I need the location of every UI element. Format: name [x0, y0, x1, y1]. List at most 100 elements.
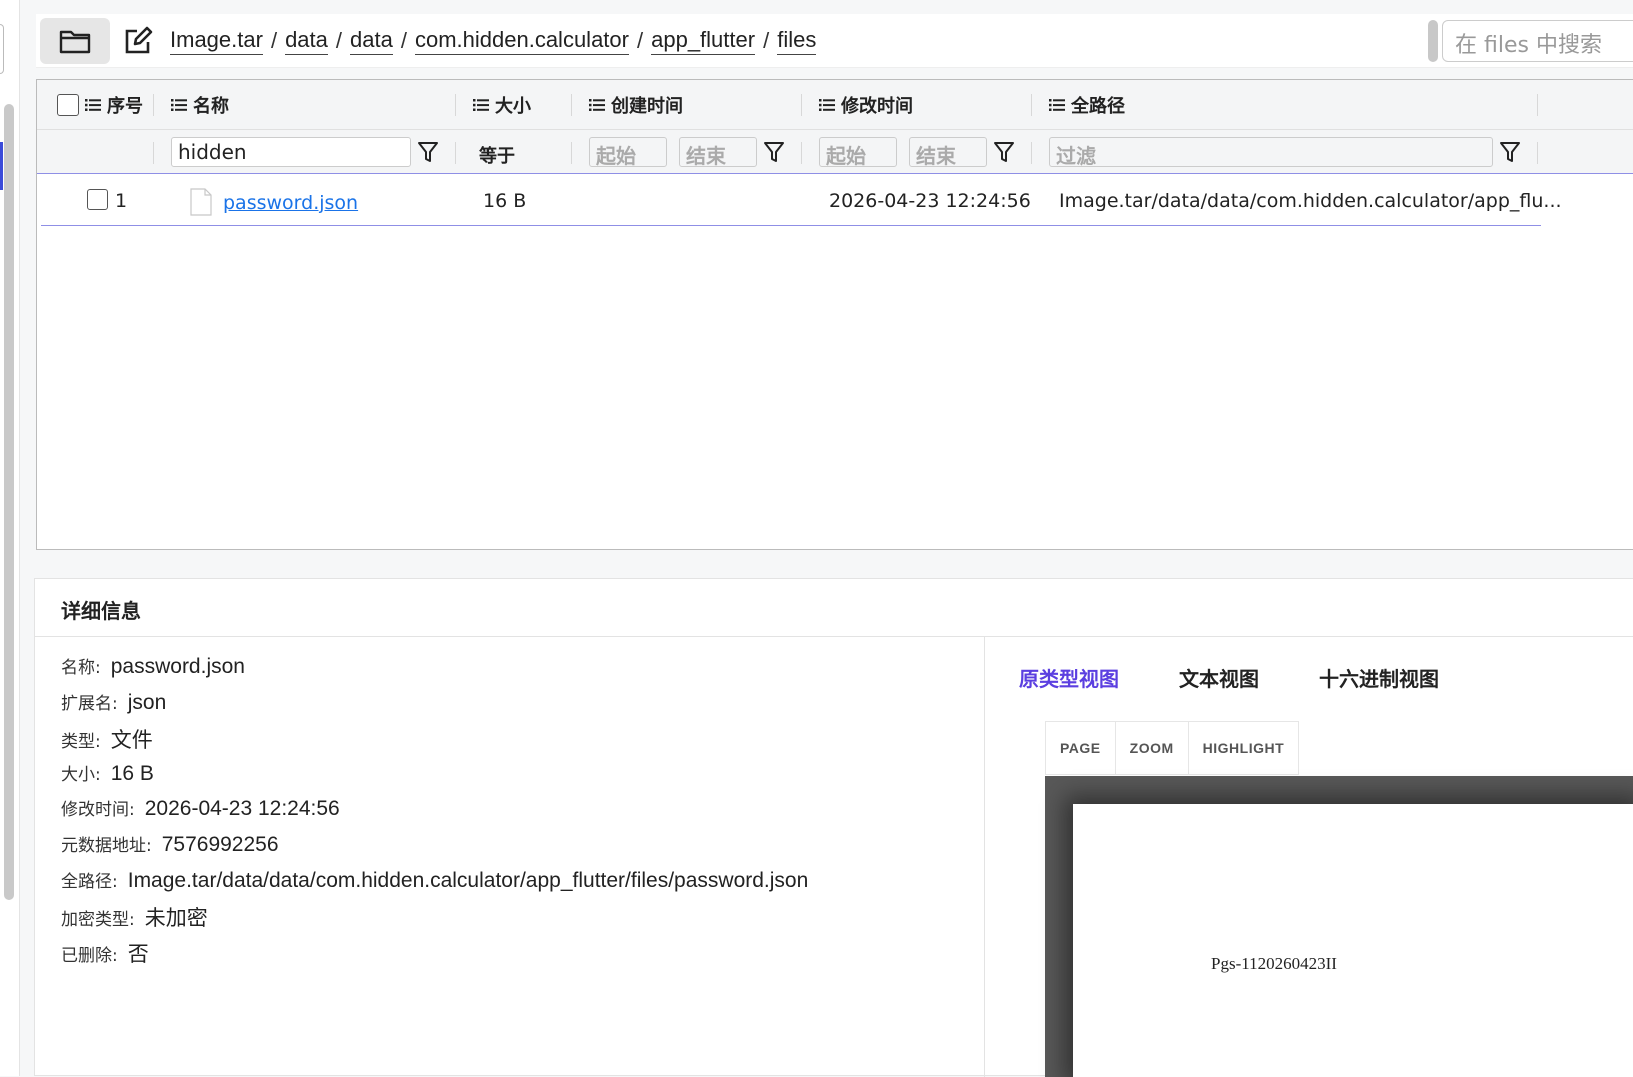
- tab-native-view[interactable]: 原类型视图: [1019, 663, 1119, 692]
- document-viewer: PAGE ZOOM HIGHLIGHT Pgs-1120260423II: [1045, 721, 1633, 1077]
- path-filter-input[interactable]: 过滤: [1049, 137, 1493, 167]
- column-divider[interactable]: [571, 94, 572, 116]
- tab-hex-view[interactable]: 十六进制视图: [1319, 663, 1439, 692]
- breadcrumb-separator: /: [270, 28, 278, 53]
- edit-button[interactable]: [122, 24, 154, 58]
- row-modified: 2026-04-23 12:24:56: [829, 190, 1031, 212]
- column-divider[interactable]: [801, 94, 802, 116]
- filter-icon[interactable]: [993, 140, 1015, 164]
- row-checkbox[interactable]: [87, 189, 108, 215]
- header-size[interactable]: 大小: [473, 80, 531, 130]
- header-modified[interactable]: 修改时间: [819, 80, 913, 130]
- highlight-button[interactable]: HIGHLIGHT: [1189, 722, 1300, 774]
- info-item: 大小: 16 B: [61, 760, 808, 796]
- column-divider: [801, 142, 802, 164]
- info-label: 全路径:: [61, 871, 118, 892]
- file-name-link[interactable]: password.json: [223, 192, 358, 214]
- column-divider[interactable]: [1031, 94, 1032, 116]
- table-row[interactable]: 1 password.json 16 B 2026-04-23 12:24:56…: [41, 176, 1562, 226]
- info-item: 元数据地址: 7576992256: [61, 831, 808, 867]
- list-icon: [1049, 98, 1065, 112]
- view-tabs: 原类型视图 文本视图 十六进制视图: [1019, 663, 1439, 692]
- breadcrumb-item[interactable]: app_flutter: [651, 27, 756, 55]
- table-header: 序号 名称 大小 创建时间 修改时间 全路径: [37, 80, 1633, 130]
- breadcrumb: Image.tar / data / data / com.hidden.cal…: [170, 26, 817, 56]
- info-value: 2026-04-23 12:24:56: [144, 797, 340, 821]
- info-label: 扩展名:: [61, 693, 118, 714]
- info-value: password.json: [110, 655, 245, 678]
- info-value: 否: [127, 942, 149, 966]
- info-item: 扩展名: json: [61, 689, 808, 725]
- file-icon: [190, 188, 212, 216]
- modified-start-input[interactable]: 起始: [819, 137, 897, 167]
- left-rail: [0, 0, 20, 1076]
- breadcrumb-item[interactable]: data: [285, 27, 328, 55]
- info-value: Image.tar/data/data/com.hidden.calculato…: [127, 868, 809, 892]
- left-scrollbar[interactable]: [4, 104, 14, 900]
- page-text: Pgs-1120260423II: [1211, 954, 1337, 973]
- info-item: 已删除: 否: [61, 938, 808, 974]
- list-icon: [85, 98, 101, 112]
- name-filter-input[interactable]: hidden: [171, 137, 411, 167]
- header-fullpath-label: 全路径: [1071, 96, 1125, 117]
- list-icon: [589, 98, 605, 112]
- header-created[interactable]: 创建时间: [589, 80, 683, 130]
- viewer-canvas[interactable]: Pgs-1120260423II: [1045, 776, 1633, 1077]
- active-indicator: [0, 142, 3, 190]
- info-value: 文件: [110, 729, 153, 753]
- filter-icon[interactable]: [1499, 140, 1521, 164]
- list-icon: [819, 98, 835, 112]
- folder-button[interactable]: [40, 18, 110, 64]
- info-value: json: [127, 690, 167, 714]
- info-label: 加密类型:: [61, 910, 135, 931]
- header-size-label: 大小: [495, 96, 531, 117]
- column-divider[interactable]: [455, 94, 456, 116]
- column-divider: [1031, 142, 1032, 164]
- toolbar: Image.tar / data / data / com.hidden.cal…: [36, 14, 1633, 68]
- select-all-checkbox[interactable]: [57, 94, 79, 116]
- info-list: 名称: password.json 扩展名: json 类型: 文件 大小: 1…: [61, 653, 808, 973]
- info-item: 名称: password.json: [61, 653, 808, 689]
- created-end-input[interactable]: 结束: [679, 137, 757, 167]
- folder-icon: [59, 30, 91, 54]
- header-index-label[interactable]: 序号: [107, 92, 143, 118]
- side-tab[interactable]: [0, 24, 4, 74]
- filter-icon[interactable]: [763, 140, 785, 164]
- panel-divider: [984, 637, 985, 1077]
- panel-resize-handle[interactable]: [1428, 20, 1438, 62]
- info-label: 已删除:: [61, 945, 118, 966]
- info-value: 未加密: [144, 907, 208, 931]
- zoom-button[interactable]: ZOOM: [1116, 722, 1189, 774]
- breadcrumb-item[interactable]: Image.tar: [170, 27, 263, 55]
- header-fullpath[interactable]: 全路径: [1049, 80, 1125, 130]
- tab-text-view[interactable]: 文本视图: [1179, 663, 1259, 692]
- info-value: 7576992256: [161, 832, 279, 856]
- info-label: 元数据地址:: [61, 835, 152, 856]
- size-operator[interactable]: 等于: [479, 142, 515, 168]
- info-label: 修改时间:: [61, 800, 135, 821]
- breadcrumb-item[interactable]: files: [777, 27, 817, 55]
- column-divider: [153, 142, 154, 164]
- page-button[interactable]: PAGE: [1046, 722, 1116, 774]
- row-size: 16 B: [483, 190, 527, 212]
- modified-end-input[interactable]: 结束: [909, 137, 987, 167]
- info-label: 名称:: [61, 658, 101, 678]
- column-divider: [455, 142, 456, 164]
- created-start-input[interactable]: 起始: [589, 137, 667, 167]
- column-divider: [1537, 142, 1538, 164]
- info-label: 大小:: [61, 764, 101, 785]
- filter-icon[interactable]: [417, 140, 439, 164]
- row-fullpath: Image.tar/data/data/com.hidden.calculato…: [1059, 190, 1562, 212]
- header-index: 序号: [57, 80, 143, 130]
- breadcrumb-item[interactable]: com.hidden.calculator: [414, 27, 629, 55]
- search-input[interactable]: 在 files 中搜索: [1442, 20, 1633, 62]
- column-divider[interactable]: [1537, 94, 1538, 116]
- document-page: Pgs-1120260423II: [1073, 804, 1633, 1077]
- breadcrumb-item[interactable]: data: [350, 27, 393, 55]
- details-title: 详细信息: [35, 579, 1633, 637]
- row-index: 1: [115, 190, 128, 212]
- breadcrumb-separator: /: [335, 28, 343, 53]
- column-divider[interactable]: [153, 94, 154, 116]
- header-name[interactable]: 名称: [171, 80, 229, 130]
- info-label: 类型:: [61, 732, 101, 753]
